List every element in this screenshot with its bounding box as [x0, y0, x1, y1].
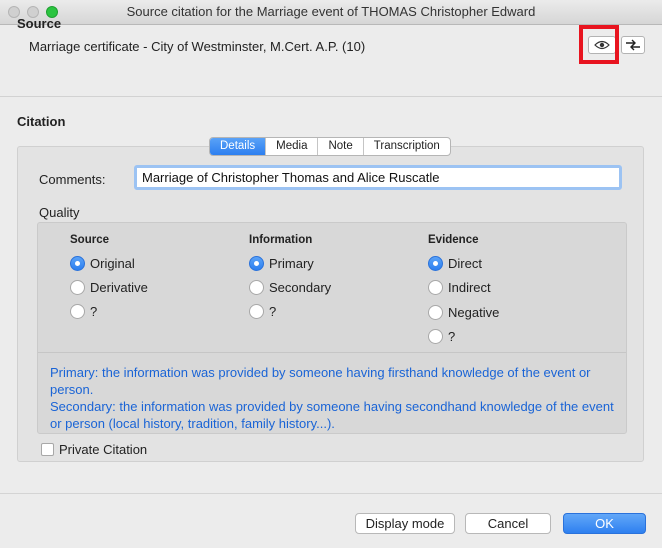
radio-evidence-unknown[interactable]: ? — [428, 329, 455, 344]
title-bar: Source citation for the Marriage event o… — [0, 0, 662, 25]
comments-label: Comments: — [39, 172, 106, 187]
private-citation-label: Private Citation — [59, 442, 148, 457]
quality-label: Quality — [39, 205, 80, 220]
radio-label: Primary — [269, 256, 314, 271]
cancel-button[interactable]: Cancel — [465, 513, 551, 534]
radio-label: ? — [269, 304, 277, 319]
window-title: Source citation for the Marriage event o… — [126, 4, 536, 19]
tab-transcription[interactable]: Transcription — [362, 138, 450, 155]
radio-source-derivative[interactable]: Derivative — [70, 280, 148, 295]
radio-information-secondary[interactable]: Secondary — [249, 280, 331, 295]
radio-information-unknown[interactable]: ? — [249, 304, 276, 319]
radio-source-original[interactable]: Original — [70, 256, 135, 271]
source-quality-heading: Source — [70, 234, 109, 246]
radio-evidence-indirect[interactable]: Indirect — [428, 280, 491, 295]
source-heading: Source — [17, 16, 62, 31]
radio-button[interactable] — [70, 304, 85, 319]
evidence-quality-heading: Evidence — [428, 234, 479, 246]
ok-button[interactable]: OK — [563, 513, 646, 534]
display-mode-button[interactable]: Display mode — [355, 513, 455, 534]
checkbox[interactable] — [41, 443, 54, 456]
comments-field[interactable] — [134, 165, 622, 190]
radio-button[interactable] — [428, 329, 443, 344]
private-citation-checkbox[interactable]: Private Citation — [41, 442, 147, 457]
radio-information-primary[interactable]: Primary — [249, 256, 314, 271]
highlight-box — [579, 25, 619, 64]
tab-details[interactable]: Details — [210, 138, 266, 155]
swap-arrows-icon — [626, 39, 640, 51]
radio-label: Indirect — [448, 280, 491, 295]
radio-label: Original — [90, 256, 135, 271]
radio-button[interactable] — [428, 256, 443, 271]
radio-label: Negative — [448, 305, 500, 320]
radio-label: Secondary — [269, 280, 332, 295]
radio-button[interactable] — [70, 280, 85, 295]
tab-media[interactable]: Media — [265, 138, 317, 155]
radio-button[interactable] — [249, 304, 264, 319]
radio-button[interactable] — [249, 280, 264, 295]
citation-heading: Citation — [17, 114, 66, 129]
source-title: Marriage certificate - City of Westminst… — [29, 39, 366, 54]
information-quality-heading: Information — [249, 234, 313, 246]
quality-divider — [38, 352, 626, 353]
radio-button[interactable] — [428, 280, 443, 295]
help-secondary: Secondary: the information was provided … — [50, 399, 614, 431]
radio-label: Derivative — [90, 280, 148, 295]
radio-source-unknown[interactable]: ? — [70, 304, 97, 319]
tab-note[interactable]: Note — [317, 138, 362, 155]
radio-label: ? — [90, 304, 98, 319]
radio-button[interactable] — [249, 256, 264, 271]
help-primary: Primary: the information was provided by… — [50, 365, 591, 397]
change-source-button[interactable] — [621, 36, 645, 54]
radio-label: ? — [448, 329, 456, 344]
radio-evidence-direct[interactable]: Direct — [428, 256, 482, 271]
citation-tabs: Details Media Note Transcription — [209, 137, 451, 156]
radio-label: Direct — [448, 256, 482, 271]
quality-help-text: Primary: the information was provided by… — [50, 364, 615, 432]
footer-divider — [0, 493, 662, 494]
source-section — [0, 25, 662, 97]
radio-button[interactable] — [428, 305, 443, 320]
radio-button[interactable] — [70, 256, 85, 271]
radio-evidence-negative[interactable]: Negative — [428, 305, 499, 320]
